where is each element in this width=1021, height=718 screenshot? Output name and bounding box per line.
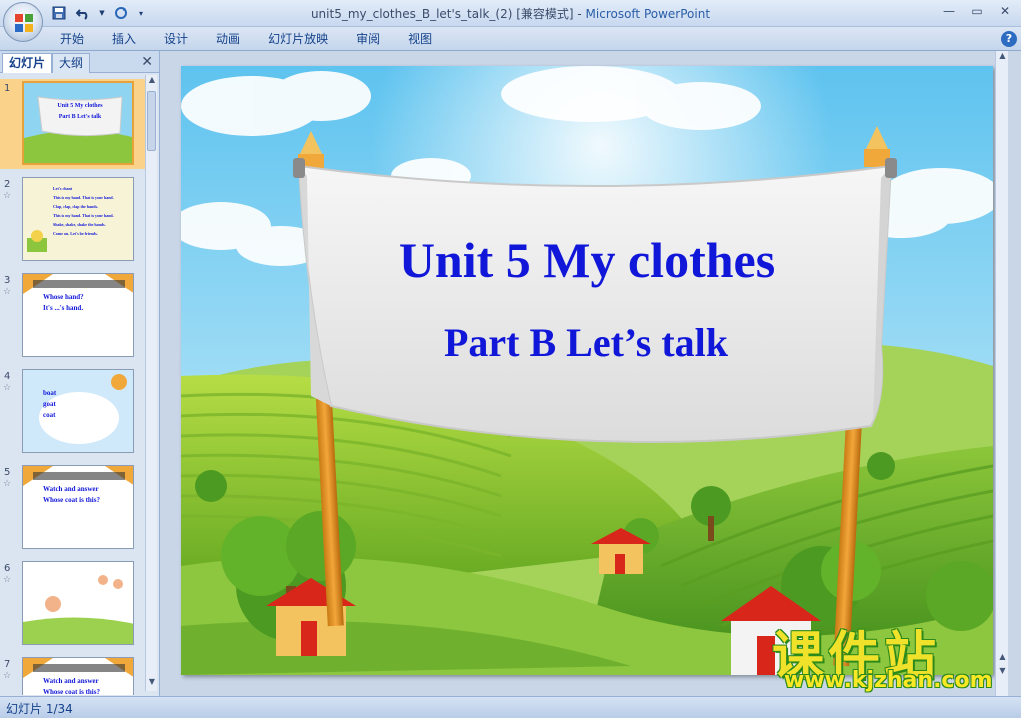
- slide-thumbnail[interactable]: boat goat coat: [22, 369, 134, 453]
- slide-thumbnail-row[interactable]: 4 ☆ boat goat coat: [0, 367, 145, 457]
- thumbnail-text: Watch and answer: [43, 677, 99, 685]
- slide-number: 3: [4, 275, 11, 286]
- thumbnail-text: Unit 5 My clothes: [57, 103, 103, 109]
- help-button[interactable]: ?: [1001, 31, 1017, 47]
- animation-star-icon: ☆: [3, 383, 12, 393]
- slide-thumbnail-row[interactable]: 7 ☆ Watch and answer Whose coat is this?: [0, 655, 145, 695]
- ribbon-tab[interactable]: 设计: [150, 27, 202, 51]
- thumbnail-list: 1 Unit 5 My clothes Part B Let's talk 2 ☆ Let…: [0, 73, 145, 695]
- scroll-thumb[interactable]: [147, 91, 156, 151]
- slide-editor: Unit 5 My clothes Part B Let’s talk ▲ ▲ …: [160, 51, 1008, 696]
- slide-number: 5: [4, 467, 11, 478]
- slide-thumbnail[interactable]: Watch and answer Whose coat is this?: [22, 465, 134, 549]
- slide-subtitle[interactable]: Part B Let’s talk: [211, 319, 961, 366]
- ribbon-tab[interactable]: 审阅: [342, 27, 394, 51]
- animation-star-icon: ☆: [3, 575, 12, 585]
- close-panel-button[interactable]: ✕: [141, 54, 153, 70]
- status-bar: 幻灯片 1/34: [0, 696, 1021, 718]
- restore-button[interactable]: ▭: [965, 2, 989, 20]
- slide-thumbnail-row[interactable]: 1 Unit 5 My clothes Part B Let's talk: [0, 79, 145, 169]
- tab-slides[interactable]: 幻灯片: [2, 53, 53, 73]
- slide-thumbnail[interactable]: Watch and answer Whose coat is this?: [22, 657, 134, 695]
- thumbnail-text: Let's chant: [53, 186, 72, 191]
- slide-number: 2: [4, 179, 11, 190]
- thumbnail-text: Whose hand?: [43, 293, 84, 301]
- thumbnail-text: goat: [43, 400, 56, 408]
- thumbnail-text: Part B Let's talk: [58, 114, 102, 120]
- thumbnail-text: This is my hand. That is your hand.: [53, 213, 114, 218]
- close-button[interactable]: ✕: [993, 2, 1017, 20]
- slide-title[interactable]: Unit 5 My clothes: [181, 231, 993, 289]
- thumbnail-text: This is my hand. That is your hand.: [53, 195, 114, 200]
- animation-star-icon: ☆: [3, 191, 12, 201]
- slide-thumbnail[interactable]: Whose hand? It's ...'s hand.: [22, 273, 134, 357]
- slide-number: 1: [4, 83, 11, 94]
- slide-thumbnail-row[interactable]: 6 ☆: [0, 559, 145, 649]
- watermark: 课件站 www.kjzhan.com: [772, 614, 1012, 694]
- animation-star-icon: ☆: [3, 287, 12, 297]
- slide-counter: 幻灯片 1/34: [6, 702, 73, 716]
- main-scrollbar[interactable]: ▲ ▲ ▼: [995, 51, 1008, 696]
- slide-number: 7: [4, 659, 11, 670]
- office-button[interactable]: [3, 2, 43, 42]
- thumbnail-scrollbar[interactable]: ▲ ▼: [145, 75, 157, 691]
- ribbon: 开始 插入 设计 动画 幻灯片放映 审阅 视图 ?: [0, 27, 1021, 51]
- thumbnail-text: Whose coat is this?: [43, 496, 100, 504]
- slide-thumbnail[interactable]: Unit 5 My clothes Part B Let's talk: [22, 81, 134, 165]
- thumbnail-text: Watch and answer: [43, 485, 99, 493]
- slide-number: 4: [4, 371, 11, 382]
- scroll-up-arrow-icon[interactable]: ▲: [996, 51, 1009, 65]
- tab-outline[interactable]: 大纲: [52, 53, 91, 73]
- thumbnail-text: It's ...'s hand.: [43, 304, 84, 312]
- ribbon-tab[interactable]: 开始: [46, 27, 98, 51]
- slide-background-illustration: [181, 66, 993, 675]
- slide-thumbnail-row[interactable]: 3 ☆ Whose hand? It's ...'s hand.: [0, 271, 145, 361]
- scroll-up-arrow-icon[interactable]: ▲: [146, 75, 158, 89]
- title-bar: ▼ ▾ unit5_my_clothes_B_let's_talk_(2) [兼…: [0, 0, 1021, 27]
- watermark-url: www.kjzhan.com: [784, 668, 993, 693]
- thumbnail-text: coat: [43, 411, 56, 419]
- animation-star-icon: ☆: [3, 479, 12, 489]
- thumbnail-text: boat: [43, 389, 57, 397]
- thumbnail-text: Shake, shake, shake the hands.: [53, 222, 106, 227]
- slide-thumbnail-row[interactable]: 5 ☆ Watch and answer Whose coat is this?: [0, 463, 145, 553]
- office-logo-icon: [15, 14, 33, 32]
- ribbon-tab[interactable]: 插入: [98, 27, 150, 51]
- window-title: unit5_my_clothes_B_let's_talk_(2) [兼容模式]…: [310, 7, 711, 21]
- slide-thumbnail[interactable]: [22, 561, 134, 645]
- ribbon-tab[interactable]: 视图: [394, 27, 446, 51]
- ribbon-tab[interactable]: 动画: [202, 27, 254, 51]
- slides-panel: 幻灯片 大纲 ✕ 1 Unit 5 My clothes Part B Let's …: [0, 51, 160, 696]
- scroll-down-arrow-icon[interactable]: ▼: [146, 677, 158, 691]
- thumbnail-text: Come on. Let's be friends.: [53, 231, 98, 236]
- current-slide[interactable]: Unit 5 My clothes Part B Let’s talk: [181, 66, 993, 675]
- slide-thumbnail-row[interactable]: 2 ☆ Let's chant This is my hand. That is yo…: [0, 175, 145, 265]
- thumbnail-text: Clap, clap, clap the hands.: [53, 204, 99, 209]
- minimize-button[interactable]: —: [937, 2, 961, 20]
- thumbnail-text: Whose coat is this?: [43, 688, 100, 695]
- ribbon-tab[interactable]: 幻灯片放映: [254, 27, 342, 51]
- animation-star-icon: ☆: [3, 671, 12, 681]
- slide-number: 6: [4, 563, 11, 574]
- slide-thumbnail[interactable]: Let's chant This is my hand. That is your…: [22, 177, 134, 261]
